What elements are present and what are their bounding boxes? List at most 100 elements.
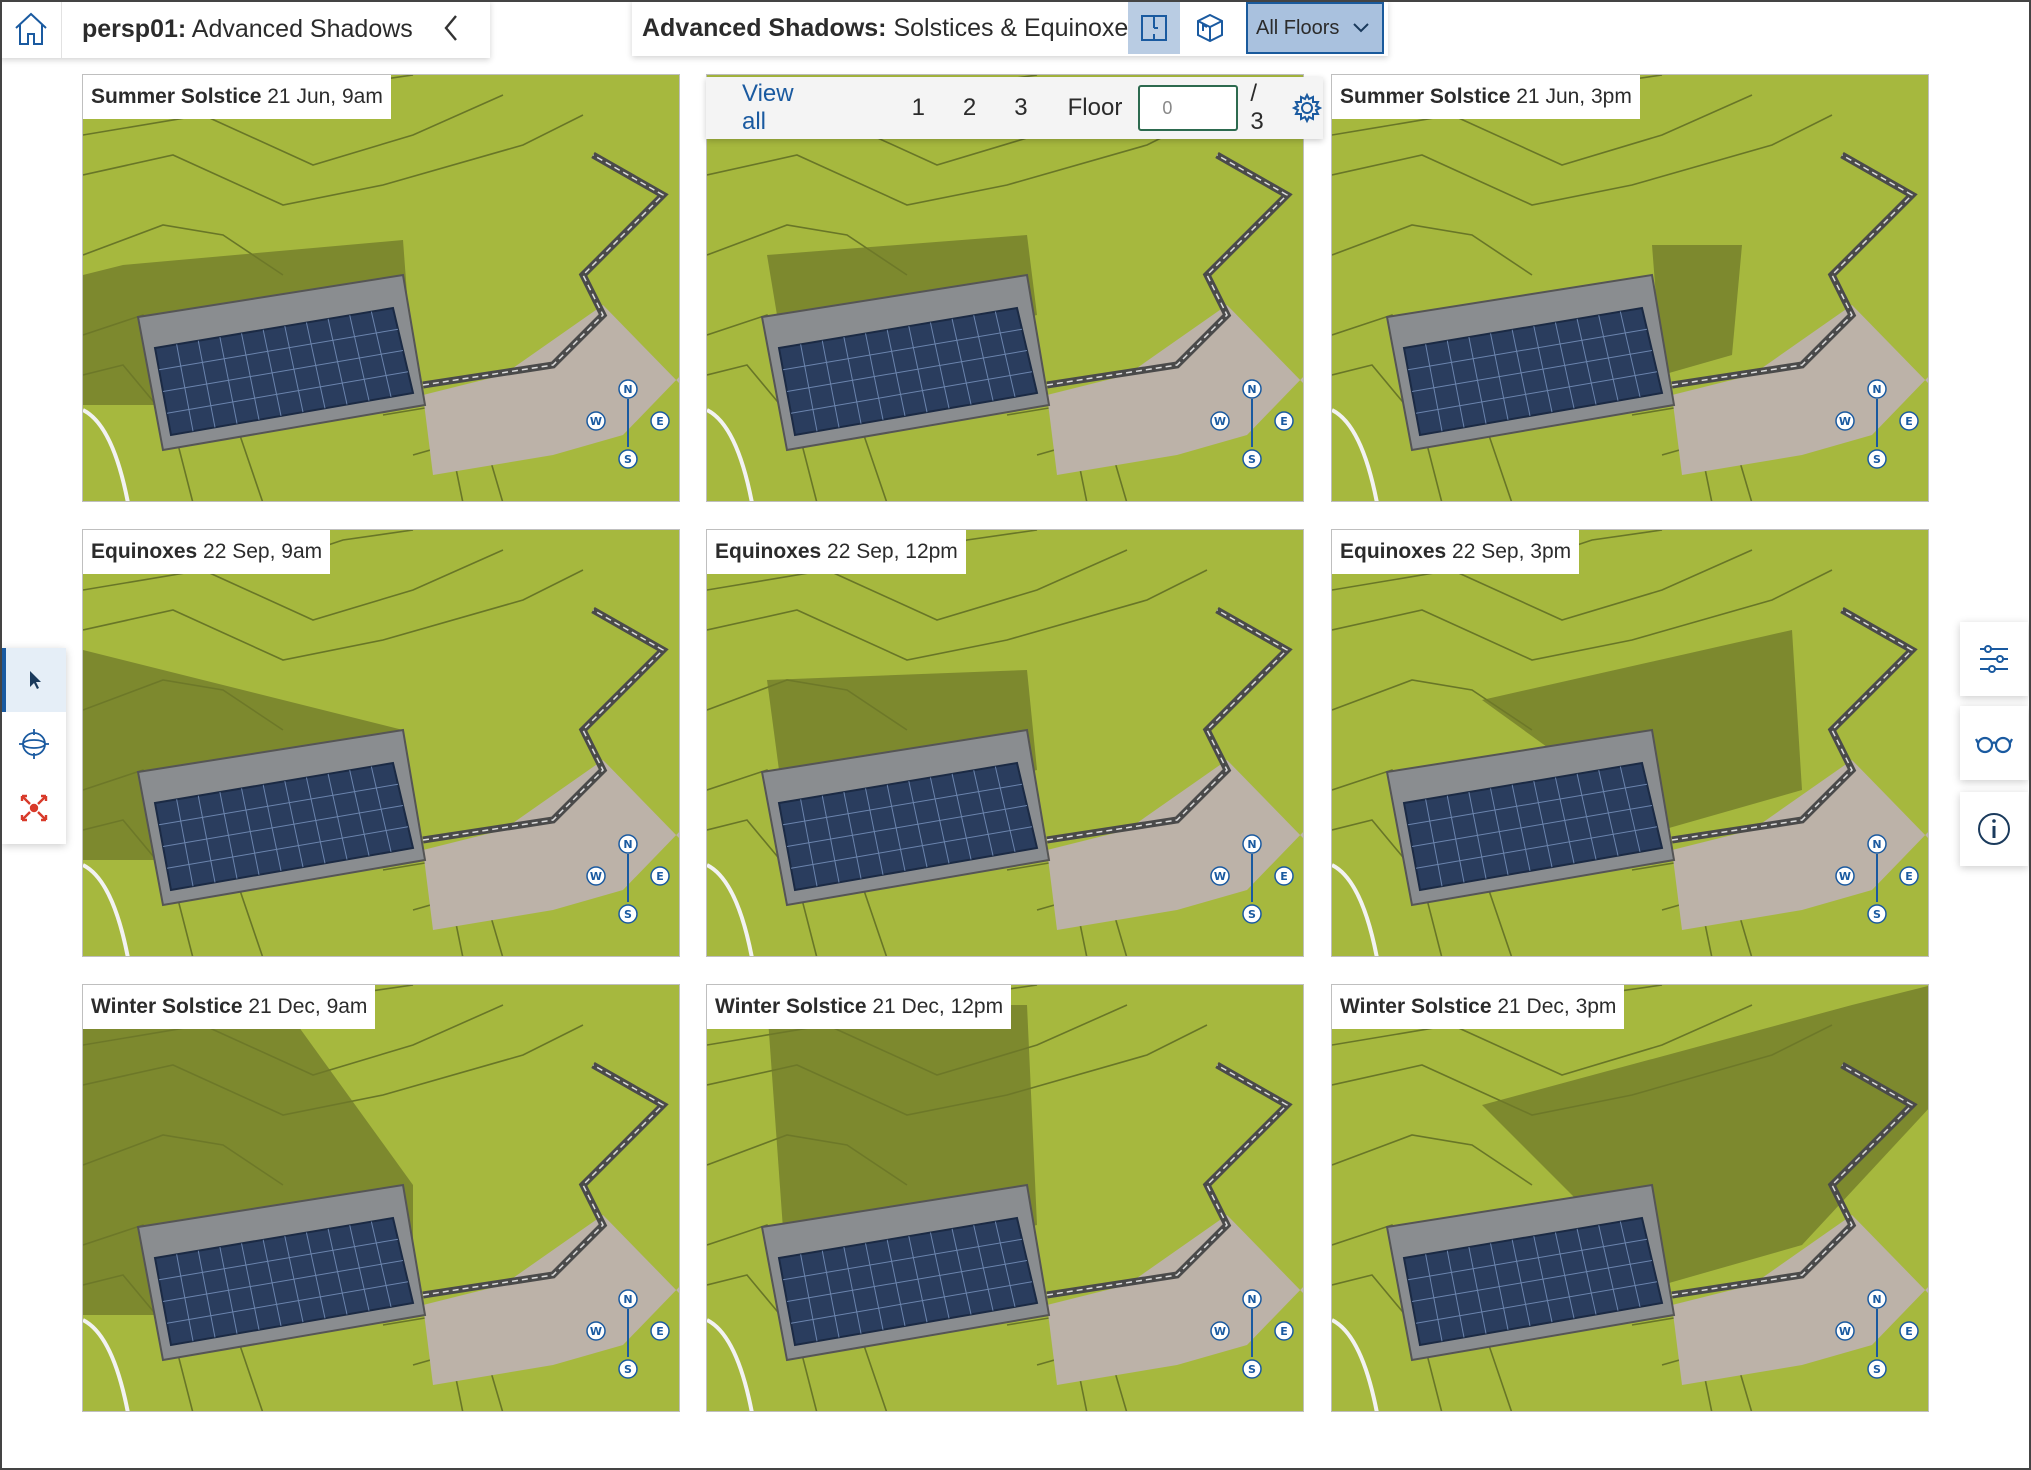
compass-w-label: W bbox=[1839, 870, 1851, 883]
season-name: Summer Solstice bbox=[91, 85, 262, 108]
compass-n-label: N bbox=[623, 383, 632, 396]
orbit-tool[interactable] bbox=[2, 712, 66, 776]
tile-label: Summer Solstice 21 Jun, 3pm bbox=[1332, 75, 1640, 119]
view-name: Solstices & Equinoxes bbox=[893, 13, 1141, 42]
season-name: Winter Solstice bbox=[1340, 995, 1492, 1018]
compass-w-label: W bbox=[1839, 415, 1851, 428]
tile-label: Equinoxes 22 Sep, 3pm bbox=[1332, 530, 1580, 574]
site-render-drawing: N S W E bbox=[1332, 530, 1928, 956]
compass-s-label: S bbox=[1873, 1363, 1881, 1376]
compass-e-label: E bbox=[1905, 870, 1913, 883]
tile-equinox-3pm[interactable]: N S W E Equinoxes 22 Sep, 3pm bbox=[1331, 529, 1929, 957]
tile-summer-3pm[interactable]: N S W E Summer Solstice 21 Jun, 3pm bbox=[1331, 74, 1929, 502]
date-time: 21 Jun, 9am bbox=[267, 85, 383, 108]
3d-model-icon bbox=[1197, 13, 1223, 43]
compass-n-label: N bbox=[1247, 383, 1256, 396]
floors-dropdown[interactable]: All Floors bbox=[1246, 2, 1384, 54]
tile-label: Winter Solstice 21 Dec, 3pm bbox=[1332, 985, 1625, 1029]
cursor-icon bbox=[30, 671, 41, 689]
tile-label: Equinoxes 22 Sep, 12pm bbox=[707, 530, 966, 574]
floor-2-button[interactable]: 2 bbox=[963, 94, 976, 122]
filters-button[interactable] bbox=[1960, 622, 2028, 696]
date-time: 22 Sep, 12pm bbox=[827, 540, 958, 563]
compass-e-label: E bbox=[1280, 415, 1288, 428]
season-name: Equinoxes bbox=[1340, 540, 1447, 563]
date-time: 22 Sep, 9am bbox=[203, 540, 323, 563]
compass-s-label: S bbox=[624, 453, 632, 466]
tile-equinox-9am[interactable]: N S W E Equinoxes 22 Sep, 9am bbox=[82, 529, 680, 957]
tile-winter-9am[interactable]: N S W E Winter Solstice 21 Dec, 9am bbox=[82, 984, 680, 1412]
project-header: persp01: Advanced Shadows bbox=[0, 0, 490, 58]
date-time: 21 Jun, 3pm bbox=[1516, 85, 1632, 108]
season-name: Equinoxes bbox=[91, 540, 198, 563]
3d-view-button[interactable] bbox=[1184, 2, 1236, 54]
project-name: Advanced Shadows bbox=[191, 14, 413, 43]
season-name: Winter Solstice bbox=[91, 995, 243, 1018]
compass-s-label: S bbox=[624, 908, 632, 921]
collapse-button[interactable] bbox=[436, 8, 466, 48]
tile-winter-12pm[interactable]: N S W E Winter Solstice 21 Dec, 12pm bbox=[706, 984, 1304, 1412]
tile-label: Winter Solstice 21 Dec, 9am bbox=[83, 985, 376, 1029]
tile-label: Winter Solstice 21 Dec, 12pm bbox=[707, 985, 1012, 1029]
project-title: persp01: Advanced Shadows bbox=[62, 15, 413, 44]
compass-w-label: W bbox=[1214, 415, 1226, 428]
compass-e-label: E bbox=[656, 415, 664, 428]
compass-n-label: N bbox=[1247, 838, 1256, 851]
compass-s-label: S bbox=[1248, 908, 1256, 921]
floor-settings-button[interactable] bbox=[1291, 92, 1323, 124]
floor-1-button[interactable]: 1 bbox=[912, 94, 925, 122]
compass-w-label: W bbox=[590, 870, 602, 883]
date-time: 21 Dec, 12pm bbox=[872, 995, 1004, 1018]
glasses-icon bbox=[1975, 736, 2013, 754]
compass-n-label: N bbox=[1247, 1293, 1256, 1306]
view-all-link[interactable]: View all bbox=[742, 80, 800, 136]
orbit-icon bbox=[19, 729, 49, 759]
floorplan-icon bbox=[1141, 15, 1167, 41]
site-render-drawing: N S W E bbox=[707, 985, 1303, 1411]
compass-e-label: E bbox=[656, 870, 664, 883]
site-render-drawing: N S W E bbox=[83, 985, 679, 1411]
gear-icon bbox=[1291, 92, 1323, 124]
tile-label: Equinoxes 22 Sep, 9am bbox=[83, 530, 331, 574]
zoom-extents-icon bbox=[20, 794, 48, 822]
tile-winter-3pm[interactable]: N S W E Winter Solstice 21 Dec, 3pm bbox=[1331, 984, 1929, 1412]
season-name: Winter Solstice bbox=[715, 995, 867, 1018]
home-button[interactable] bbox=[0, 0, 62, 58]
site-render-drawing: N S W E bbox=[1332, 985, 1928, 1411]
zoom-extents-tool[interactable] bbox=[2, 776, 66, 840]
info-icon bbox=[1978, 813, 2010, 845]
compass-s-label: S bbox=[1873, 453, 1881, 466]
select-tool[interactable] bbox=[2, 648, 66, 712]
view-title: Advanced Shadows: Solstices & Equinoxes bbox=[632, 14, 1141, 43]
sliders-icon bbox=[1980, 645, 2008, 673]
chevron-left-icon bbox=[444, 15, 457, 41]
floorplan-view-button[interactable] bbox=[1128, 2, 1180, 54]
season-name: Summer Solstice bbox=[1340, 85, 1511, 108]
compass-e-label: E bbox=[656, 1325, 664, 1338]
view-options-button[interactable] bbox=[1960, 706, 2028, 780]
site-render-drawing: N S W E bbox=[707, 75, 1303, 501]
date-time: 21 Dec, 9am bbox=[248, 995, 368, 1018]
home-icon bbox=[14, 12, 47, 45]
chevron-down-icon bbox=[1353, 23, 1369, 33]
info-button[interactable] bbox=[1960, 792, 2028, 866]
tile-equinox-12pm[interactable]: N S W E Equinoxes 22 Sep, 12pm bbox=[706, 529, 1304, 957]
compass-w-label: W bbox=[590, 415, 602, 428]
compass-e-label: E bbox=[1280, 870, 1288, 883]
site-render-drawing: N S W E bbox=[707, 530, 1303, 956]
tile-summer-9am[interactable]: N S W E Summer Solstice 21 Jun, 9am bbox=[82, 74, 680, 502]
compass-w-label: W bbox=[590, 1325, 602, 1338]
floor-input[interactable] bbox=[1138, 85, 1239, 131]
floor-3-button[interactable]: 3 bbox=[1014, 94, 1027, 122]
compass-s-label: S bbox=[1248, 453, 1256, 466]
compass-e-label: E bbox=[1905, 1325, 1913, 1338]
compass-n-label: N bbox=[623, 1293, 632, 1306]
compass-n-label: N bbox=[623, 838, 632, 851]
compass-w-label: W bbox=[1214, 1325, 1226, 1338]
compass-w-label: W bbox=[1839, 1325, 1851, 1338]
floor-label: Floor bbox=[1067, 94, 1123, 121]
tile-label: Summer Solstice 21 Jun, 9am bbox=[83, 75, 391, 119]
view-toolbar: Advanced Shadows: Solstices & Equinoxes … bbox=[632, 0, 1388, 56]
compass-n-label: N bbox=[1872, 1293, 1881, 1306]
compass-s-label: S bbox=[1248, 1363, 1256, 1376]
